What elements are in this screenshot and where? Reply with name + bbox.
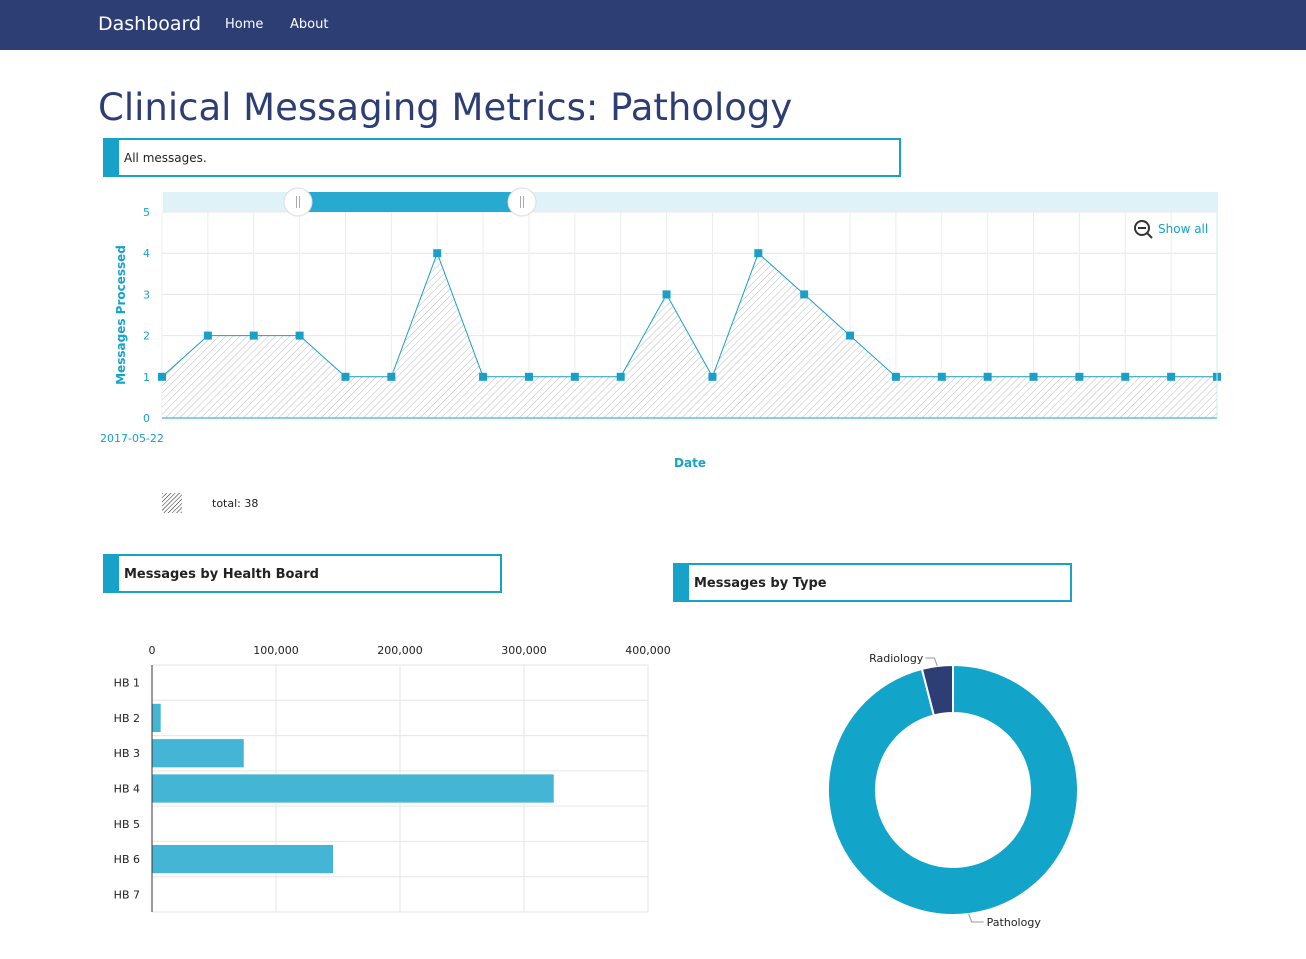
data-point[interactable] bbox=[846, 331, 855, 340]
legend-swatch-total bbox=[162, 493, 182, 513]
data-point[interactable] bbox=[249, 331, 258, 340]
zoom-handle-left[interactable] bbox=[283, 187, 313, 217]
legend-label-total: total: 38 bbox=[212, 497, 258, 510]
show-all-button[interactable]: Show all bbox=[1134, 220, 1208, 239]
x-tick-label: 400,000 bbox=[625, 644, 671, 657]
y-tick-label: HB 5 bbox=[114, 818, 140, 831]
y-tick-label: HB 1 bbox=[114, 677, 140, 690]
navbar: Dashboard Home About bbox=[0, 0, 1306, 50]
y-tick-label: HB 2 bbox=[114, 712, 140, 725]
data-point[interactable] bbox=[1075, 372, 1084, 381]
y-tick-label: HB 3 bbox=[114, 747, 140, 760]
line-chart-legend[interactable]: total: 38 bbox=[162, 493, 258, 513]
line-chart: 0 1 2 3 4 5 2017-05-22 Messages Processed Date S… bbox=[100, 187, 1221, 513]
data-point[interactable] bbox=[983, 372, 992, 381]
data-point[interactable] bbox=[479, 372, 488, 381]
y-tick-label: HB 6 bbox=[114, 853, 140, 866]
data-point[interactable] bbox=[1121, 372, 1130, 381]
data-point[interactable] bbox=[570, 372, 579, 381]
panel-all-messages: All messages. bbox=[103, 138, 901, 177]
y-tick-label: HB 7 bbox=[114, 888, 140, 901]
data-point[interactable] bbox=[524, 372, 533, 381]
data-point[interactable] bbox=[433, 249, 442, 258]
slice-label-pathology: Pathology bbox=[987, 916, 1042, 929]
show-all-label: Show all bbox=[1158, 222, 1208, 236]
data-point[interactable] bbox=[616, 372, 625, 381]
data-point[interactable] bbox=[158, 372, 166, 381]
y-tick-label: 0 bbox=[143, 412, 150, 425]
zoom-handle-right[interactable] bbox=[507, 187, 537, 217]
y-tick-label: 1 bbox=[143, 371, 150, 384]
data-point[interactable] bbox=[891, 372, 900, 381]
bar-hb-6[interactable] bbox=[152, 844, 334, 874]
zoom-out-icon bbox=[1134, 220, 1153, 239]
pie-chart: Pathology Radiology bbox=[827, 652, 1079, 929]
panel-health-board: Messages by Health Board bbox=[103, 554, 502, 593]
data-point[interactable] bbox=[295, 331, 304, 340]
bar-hb-3[interactable] bbox=[152, 739, 244, 768]
bar-hb-2[interactable] bbox=[152, 703, 161, 733]
panel-health-board-label: Messages by Health Board bbox=[124, 567, 319, 582]
data-point[interactable] bbox=[754, 249, 763, 258]
panel-type: Messages by Type bbox=[673, 563, 1072, 602]
x-tick-label: 0 bbox=[149, 644, 156, 657]
bar-hb-4[interactable] bbox=[152, 774, 554, 803]
panel-all-messages-label: All messages. bbox=[124, 151, 207, 165]
x-axis-title: Date bbox=[674, 456, 706, 470]
page-title: Clinical Messaging Metrics: Pathology bbox=[98, 86, 793, 129]
data-point[interactable] bbox=[1167, 372, 1176, 381]
zoom-scrollbar-selection[interactable] bbox=[298, 192, 522, 212]
y-tick-label: 4 bbox=[143, 247, 150, 260]
bar-chart: 0 100,000 200,000 300,000 400,000 HB 1 HB 2 HB … bbox=[114, 644, 671, 913]
nav-link-about[interactable]: About bbox=[290, 17, 328, 32]
y-tick-label: 3 bbox=[143, 288, 150, 301]
data-point[interactable] bbox=[800, 290, 809, 299]
data-point[interactable] bbox=[203, 331, 212, 340]
data-point[interactable] bbox=[937, 372, 946, 381]
data-point[interactable] bbox=[662, 290, 671, 299]
x-tick-label-first: 2017-05-22 bbox=[100, 432, 164, 445]
y-tick-label: 5 bbox=[143, 206, 150, 219]
y-tick-label: HB 4 bbox=[114, 783, 140, 796]
x-tick-label: 200,000 bbox=[377, 644, 423, 657]
x-tick-label: 100,000 bbox=[253, 644, 299, 657]
y-tick-label: 2 bbox=[143, 330, 150, 343]
nav-link-home[interactable]: Home bbox=[225, 17, 263, 32]
label-line-radiology bbox=[925, 657, 938, 667]
y-axis-title: Messages Processed bbox=[114, 245, 128, 385]
x-tick-label: 300,000 bbox=[501, 644, 547, 657]
brand-link[interactable]: Dashboard bbox=[98, 13, 201, 35]
data-point[interactable] bbox=[341, 372, 350, 381]
label-line-pathology bbox=[968, 913, 984, 923]
data-point[interactable] bbox=[708, 372, 717, 381]
panel-type-label: Messages by Type bbox=[694, 576, 827, 591]
slice-label-radiology: Radiology bbox=[869, 652, 924, 665]
data-point[interactable] bbox=[1029, 372, 1038, 381]
data-point[interactable] bbox=[387, 372, 396, 381]
